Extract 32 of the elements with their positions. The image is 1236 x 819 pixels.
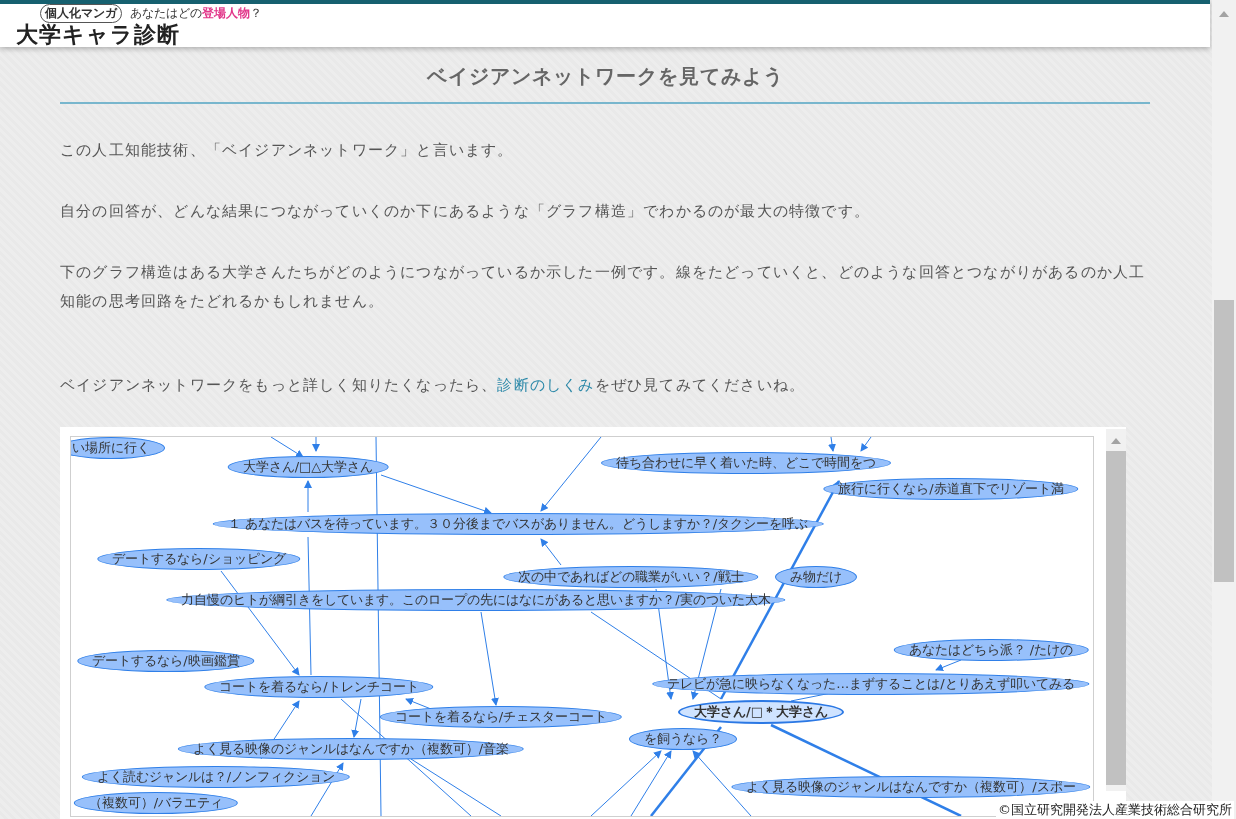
scrollbar-thumb[interactable]	[1214, 300, 1234, 582]
site-logo[interactable]: 大学キャラ診断	[16, 23, 262, 47]
body-paragraph: この人工知能技術、「ベイジアンネットワーク」と言います。	[60, 140, 515, 161]
graph-node: 待ち合わせに早く着いた時、どこで時間をつ	[601, 452, 891, 474]
graph-node: （複数可）/バラエティ	[73, 792, 239, 814]
logo-tagline: あなたはどの登場人物？	[130, 5, 262, 22]
graph-node: い場所に行く	[71, 437, 165, 459]
body-paragraph: 下のグラフ構造はある大学さんたちがどのようにつながっているか示した一例です。線をたどっていくと、どのような回答とつながりがあるのか人工知能の思考回路をたどれるかもしれません。	[60, 262, 1147, 312]
graph-node: を飼うなら？	[629, 728, 737, 750]
body-paragraph: 自分の回答が、どんな結果につながっていくのか下にあるような「グラフ構造」でわかるのが最大の特徴です。	[60, 201, 871, 222]
graph-node: コートを着るなら/チェスターコート	[379, 706, 623, 728]
graph-node: み物だけ	[775, 566, 857, 588]
graph-node: 次の中であればどの職業がいい？/戦士	[503, 566, 759, 588]
graph-node: テレビが急に映らなくなった…まずすることは/とりあえず叩いてみる	[652, 673, 1090, 695]
body-paragraph: ベイジアンネットワークをもっと詳しく知りたくなったら、診断のしくみ をぜひ見てみてくださいね。	[60, 375, 807, 396]
graph-node: 旅行に行くなら/赤道直下でリゾート満	[823, 478, 1079, 500]
graph-node: よく読むジャンルは？/ノンフィクション	[81, 766, 351, 788]
graph-node: 力自慢のヒトが綱引きをしています。このロープの先にはなにがあると思いますか？/実のついた大木	[166, 589, 786, 611]
scroll-up-icon[interactable]	[1111, 437, 1121, 445]
copyright-text: ©国立研究開発法人産業技術総合研究所	[996, 801, 1234, 819]
graph-node: デートするなら/映画鑑賞	[77, 650, 255, 672]
graph-node: 大学さん/□＊大学さん	[678, 700, 844, 724]
graph-node: よく見る映像のジャンルはなんですか（複数可）/スポー	[731, 776, 1091, 798]
mechanism-link[interactable]: 診断のしくみ	[497, 376, 595, 394]
graph-node: 大学さん/□△大学さん	[227, 456, 389, 478]
graph-node: よく見る映像のジャンルはなんですか（複数可）/音楽	[177, 738, 525, 760]
section-heading: ベイジアンネットワークを見てみよう	[60, 63, 1150, 104]
graph-node: デートするなら/ショッピング	[97, 548, 301, 570]
graph-node: コートを着るなら/トレンチコート	[204, 676, 434, 698]
scroll-up-icon[interactable]	[1219, 10, 1229, 18]
graph-node: １ あなたはバスを待っています。３０分後までバスがありません。どうしますか？/タクシーを呼ぶ	[212, 513, 824, 535]
graph-node: あなたはどちら派？ /たけの	[893, 639, 1089, 661]
